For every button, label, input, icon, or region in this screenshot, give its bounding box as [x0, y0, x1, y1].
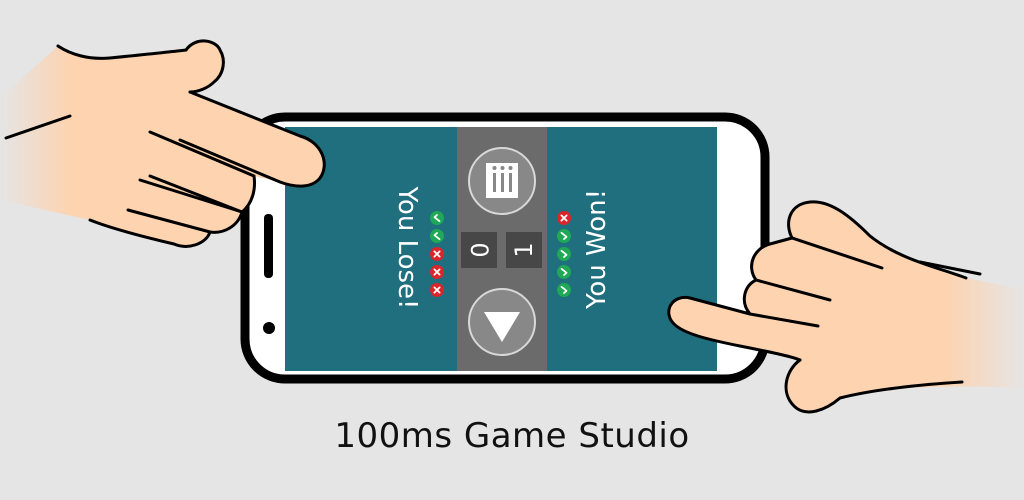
- home-dot: [263, 322, 275, 334]
- speaker-slot: [264, 214, 273, 278]
- check-badge-icon: [430, 211, 444, 225]
- play-button[interactable]: [468, 288, 536, 356]
- left-result-text: You Lose!: [392, 186, 422, 310]
- check-badge-icon: [557, 283, 571, 297]
- cross-badge-icon: [430, 283, 444, 297]
- check-badge-icon: [430, 229, 444, 243]
- check-badge-icon: [557, 265, 571, 279]
- stats-bars-icon: [486, 163, 518, 198]
- check-badge-icon: [557, 229, 571, 243]
- studio-title: 100ms Game Studio: [334, 416, 690, 456]
- cross-badge-icon: [557, 211, 571, 225]
- right-result-text: You Won!: [582, 189, 612, 310]
- left-score: 0: [465, 242, 493, 257]
- right-score: 1: [510, 242, 538, 257]
- check-badge-icon: [557, 247, 571, 261]
- menu-button[interactable]: [468, 147, 536, 215]
- cross-badge-icon: [430, 265, 444, 279]
- cross-badge-icon: [430, 247, 444, 261]
